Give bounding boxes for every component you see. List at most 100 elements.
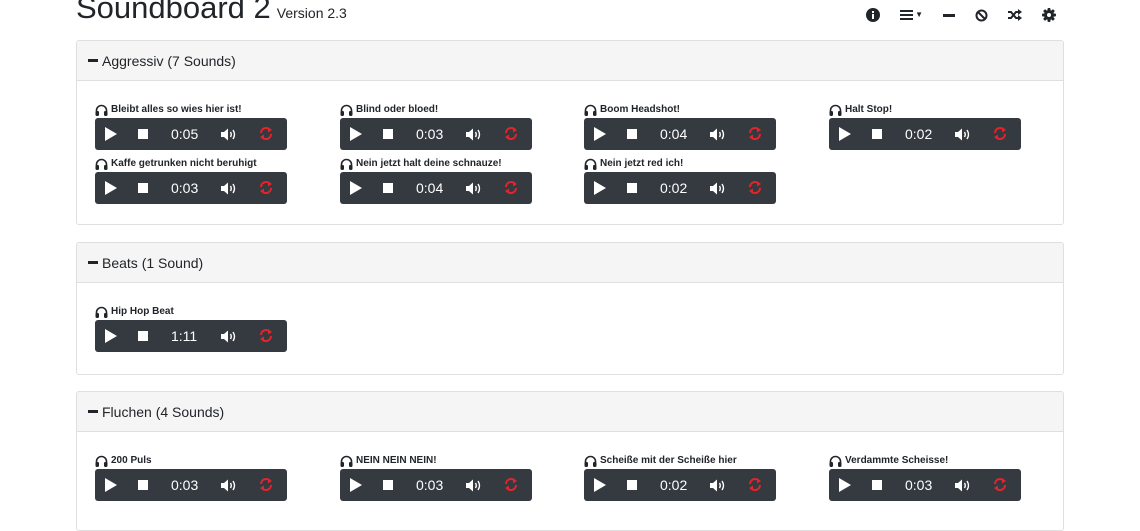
list-icon: [900, 10, 914, 20]
stop-button[interactable]: [138, 183, 148, 193]
info-icon: [866, 8, 881, 22]
play-button[interactable]: [105, 127, 117, 141]
volume-button[interactable]: [221, 128, 239, 141]
volume-button[interactable]: [221, 182, 239, 195]
sound-duration: 0:05: [171, 126, 199, 142]
sound-item: Hip Hop Beat 1:11: [95, 305, 287, 352]
shuffle-button[interactable]: [1008, 9, 1022, 21]
sound-title: Blind oder bloed!: [340, 103, 532, 117]
stop-button[interactable]: [138, 331, 148, 341]
sound-name: 200 Puls: [111, 455, 152, 466]
category-toggle[interactable]: Aggressiv (7 Sounds): [77, 41, 1063, 81]
play-button[interactable]: [594, 127, 606, 141]
loop-button[interactable]: [504, 477, 518, 492]
play-button[interactable]: [839, 478, 851, 492]
sound-name: Blind oder bloed!: [356, 104, 439, 115]
sound-duration: 0:02: [660, 477, 688, 493]
sound-duration: 0:03: [171, 180, 199, 196]
play-button[interactable]: [105, 181, 117, 195]
sound-duration: 0:04: [416, 180, 444, 196]
headphones-icon: [340, 104, 353, 116]
settings-button[interactable]: [1042, 8, 1056, 22]
category-toggle[interactable]: Beats (1 Sound): [77, 243, 1063, 283]
sound-item: Scheiße mit der Scheiße hier 0:02: [584, 454, 776, 501]
audio-player: 0:03: [95, 172, 287, 204]
stop-button[interactable]: [627, 480, 637, 490]
ban-icon: [975, 9, 988, 21]
loop-button[interactable]: [259, 126, 273, 141]
play-button[interactable]: [594, 181, 606, 195]
audio-player: 0:02: [584, 172, 776, 204]
stop-all-button[interactable]: [975, 9, 988, 22]
stop-button[interactable]: [627, 183, 637, 193]
headphones-icon: [95, 104, 108, 116]
volume-button[interactable]: [710, 182, 728, 195]
play-button[interactable]: [839, 127, 851, 141]
loop-button[interactable]: [259, 328, 273, 343]
version-label: Version 2.3: [276, 5, 347, 21]
headphones-icon: [95, 158, 108, 170]
loop-button[interactable]: [993, 126, 1007, 141]
play-button[interactable]: [594, 478, 606, 492]
sound-duration: 1:11: [171, 328, 198, 344]
loop-button[interactable]: [504, 180, 518, 195]
volume-button[interactable]: [955, 128, 973, 141]
chevron-down-icon: ▼: [915, 10, 923, 19]
volume-button[interactable]: [710, 479, 728, 492]
headphones-icon: [584, 104, 597, 116]
loop-button[interactable]: [259, 180, 273, 195]
info-button[interactable]: [866, 8, 881, 22]
category-title: Beats (1 Sound): [102, 254, 204, 271]
loop-button[interactable]: [748, 126, 762, 141]
toolbar: ▼: [846, 5, 1056, 25]
category-title: Fluchen (4 Sounds): [102, 403, 225, 420]
sound-duration: 0:02: [905, 126, 933, 142]
stop-button[interactable]: [872, 480, 882, 490]
sound-title: Hip Hop Beat: [95, 305, 287, 319]
loop-button[interactable]: [993, 477, 1007, 492]
sound-duration: 0:02: [660, 180, 688, 196]
play-button[interactable]: [105, 478, 117, 492]
loop-button[interactable]: [259, 477, 273, 492]
sound-name: Kaffe getrunken nicht beruhigt: [111, 158, 257, 169]
volume-button[interactable]: [221, 330, 239, 343]
loop-button[interactable]: [748, 180, 762, 195]
loop-button[interactable]: [748, 477, 762, 492]
stop-button[interactable]: [383, 183, 393, 193]
volume-button[interactable]: [221, 479, 239, 492]
volume-button[interactable]: [710, 128, 728, 141]
play-button[interactable]: [350, 127, 362, 141]
loop-button[interactable]: [504, 126, 518, 141]
stop-button[interactable]: [138, 129, 148, 139]
headphones-icon: [584, 158, 597, 170]
volume-button[interactable]: [466, 128, 484, 141]
sound-item: Verdammte Scheisse! 0:03: [829, 454, 1021, 501]
sound-name: Nein jetzt red ich!: [600, 158, 684, 169]
collapse-icon: [943, 14, 955, 17]
category-toggle[interactable]: Fluchen (4 Sounds): [77, 392, 1063, 432]
sound-name: Hip Hop Beat: [111, 306, 174, 317]
play-button[interactable]: [350, 181, 362, 195]
audio-player: 0:03: [95, 469, 287, 501]
sound-name: Bleibt alles so wies hier ist!: [111, 104, 242, 115]
stop-button[interactable]: [872, 129, 882, 139]
sound-title: Scheiße mit der Scheiße hier: [584, 454, 776, 468]
audio-player: 0:04: [584, 118, 776, 150]
play-button[interactable]: [350, 478, 362, 492]
headphones-icon: [829, 455, 842, 467]
minus-icon: [88, 410, 98, 413]
stop-button[interactable]: [138, 480, 148, 490]
headphones-icon: [95, 455, 108, 467]
stop-button[interactable]: [627, 129, 637, 139]
sound-item: Nein jetzt red ich! 0:02: [584, 157, 776, 204]
page-title: Soundboard 2 Version 2.3: [76, 0, 347, 33]
stop-button[interactable]: [383, 480, 393, 490]
list-menu-button[interactable]: ▼: [900, 9, 923, 21]
collapse-all-button[interactable]: [943, 9, 955, 21]
play-button[interactable]: [105, 329, 117, 343]
volume-button[interactable]: [466, 182, 484, 195]
volume-button[interactable]: [466, 479, 484, 492]
stop-button[interactable]: [383, 129, 393, 139]
sound-name: Verdammte Scheisse!: [845, 455, 949, 466]
volume-button[interactable]: [955, 479, 973, 492]
